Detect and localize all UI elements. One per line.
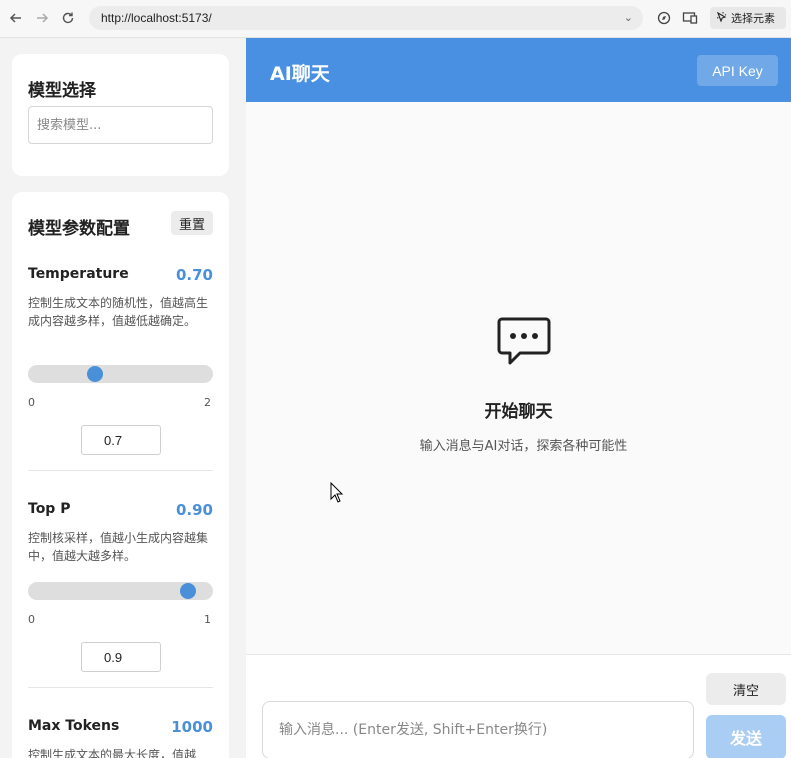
clear-button[interactable]: 清空 xyxy=(706,673,786,705)
send-button[interactable]: 发送 xyxy=(706,715,786,758)
params-config-card: 模型参数配置 重置 Temperature 0.70 控制生成文本的随机性，值越… xyxy=(12,192,229,758)
chat-panel: AI聊天 API Key 开始聊天 输入消息与AI对话，探索各种可能性 清空 发… xyxy=(246,38,791,758)
range-min: 0 xyxy=(28,396,35,409)
param-value: 0.70 xyxy=(175,266,213,284)
top-p-slider[interactable] xyxy=(28,582,213,600)
chat-title: AI聊天 xyxy=(270,63,330,85)
empty-title: 开始聊天 xyxy=(484,402,553,422)
param-description: 控制核采样，值越小生成内容越集中，值越大越多样。 xyxy=(28,531,209,563)
browser-toolbar: http://localhost:5173/ ⌄ 选择元素 xyxy=(0,0,791,38)
param-description: 控制生成文本的随机性，值越高生成内容越多样，值越低越确定。 xyxy=(28,296,209,328)
slider-thumb[interactable] xyxy=(180,583,197,599)
sidebar: 模型选择 模型参数配置 重置 Temperature 0.70 控制生成文本的随… xyxy=(0,38,246,758)
param-value: 1000 xyxy=(171,718,213,736)
temperature-number-input[interactable]: 0.7 xyxy=(81,425,161,455)
empty-subtitle: 输入消息与AI对话，探索各种可能性 xyxy=(419,439,628,454)
param-name: Temperature xyxy=(28,266,129,282)
divider xyxy=(28,687,213,688)
input-area: 清空 发送 xyxy=(246,654,791,758)
top-p-number-input[interactable]: 0.9 xyxy=(81,642,161,672)
screen-share-icon[interactable] xyxy=(682,10,698,26)
temperature-slider[interactable] xyxy=(28,365,213,383)
url-bar[interactable]: http://localhost:5173/ ⌄ xyxy=(89,6,643,30)
reload-icon[interactable] xyxy=(60,10,76,26)
select-element-button[interactable]: 选择元素 xyxy=(710,7,786,29)
reset-button[interactable]: 重置 xyxy=(171,211,213,235)
model-select-card: 模型选择 xyxy=(12,54,229,176)
param-temperature: Temperature 0.70 控制生成文本的随机性，值越高生成内容越多样，值… xyxy=(28,266,213,456)
param-top-p: Top P 0.90 控制核采样，值越小生成内容越集中，值越大越多样。 0 1 … xyxy=(28,501,213,673)
params-config-title: 模型参数配置 xyxy=(28,219,130,239)
param-max-tokens: Max Tokens 1000 控制生成文本的最大长度，值越 xyxy=(28,718,213,758)
forward-arrow-icon[interactable] xyxy=(34,10,50,26)
message-input[interactable] xyxy=(262,701,694,758)
range-max: 2 xyxy=(204,396,211,409)
slider-thumb[interactable] xyxy=(87,366,104,382)
range-min: 0 xyxy=(28,613,35,626)
param-value: 0.90 xyxy=(175,501,213,519)
compass-icon[interactable] xyxy=(656,10,672,26)
mouse-pointer-icon xyxy=(330,481,344,504)
param-name: Max Tokens xyxy=(28,718,120,734)
range-max: 1 xyxy=(204,613,211,626)
chat-header: AI聊天 API Key xyxy=(246,38,791,102)
model-search-input[interactable] xyxy=(28,106,213,144)
model-select-title: 模型选择 xyxy=(28,81,96,101)
api-key-button[interactable]: API Key xyxy=(697,55,778,86)
url-text: http://localhost:5173/ xyxy=(101,11,212,25)
chat-bubble-icon xyxy=(496,316,552,368)
select-element-label: 选择元素 xyxy=(731,12,775,25)
param-name: Top P xyxy=(28,501,71,517)
param-description: 控制生成文本的最大长度，值越 xyxy=(28,748,197,758)
cursor-select-icon xyxy=(716,11,728,26)
chevron-down-icon[interactable]: ⌄ xyxy=(624,11,633,24)
divider xyxy=(28,470,213,471)
back-arrow-icon[interactable] xyxy=(8,10,24,26)
